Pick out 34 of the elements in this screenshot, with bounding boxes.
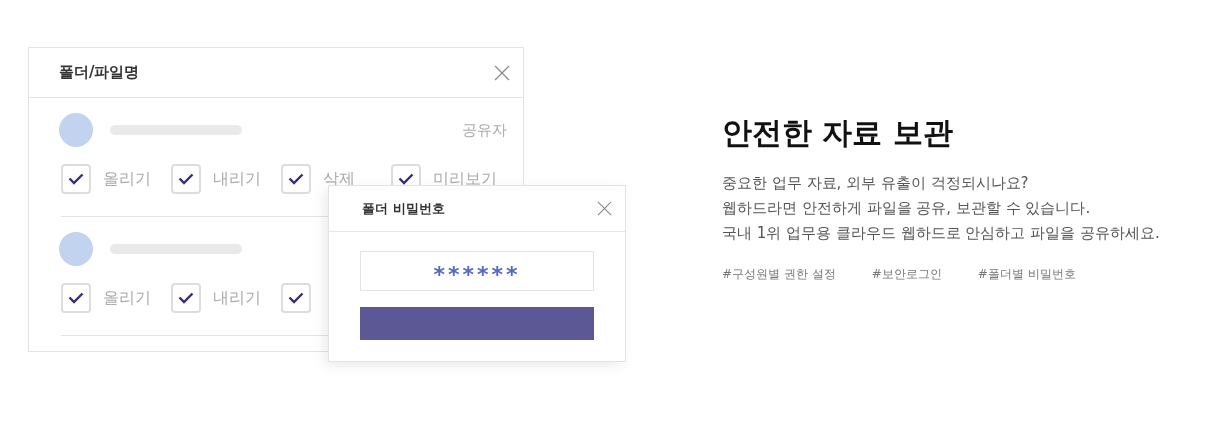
heading: 안전한 자료 보관 — [722, 114, 954, 152]
permission-label: 삭제 — [323, 168, 355, 190]
hashtag: #구성원별 권한 설정 — [722, 266, 836, 283]
avatar — [59, 113, 93, 147]
description-line: 국내 1위 업무용 클라우드 웹하드로 안심하고 파일을 공유하세요. — [722, 223, 1160, 244]
check-icon — [68, 173, 84, 185]
check-icon — [288, 292, 304, 304]
check-icon — [178, 173, 194, 185]
close-icon[interactable] — [494, 64, 510, 81]
hashtag: #폴더별 비밀번호 — [977, 266, 1076, 283]
checkbox[interactable] — [281, 283, 311, 313]
dialog-title: 폴더 비밀번호 — [362, 199, 445, 218]
check-icon — [178, 292, 194, 304]
check-icon — [288, 173, 304, 185]
checkbox[interactable] — [281, 164, 311, 194]
checkbox[interactable] — [61, 164, 91, 194]
check-icon — [398, 173, 414, 185]
permission-label: 올리기 — [103, 287, 151, 309]
description-line: 중요한 업무 자료, 외부 유출이 걱정되시나요? — [722, 173, 1030, 194]
panel-title: 폴더/파일명 — [59, 63, 140, 82]
checkbox[interactable] — [171, 164, 201, 194]
avatar — [59, 232, 93, 266]
checkbox[interactable] — [171, 283, 201, 313]
role-label: 공유자 — [462, 120, 507, 140]
hashtag: #보안로그인 — [871, 266, 942, 283]
permission-label: 내리기 — [213, 287, 261, 309]
checkbox[interactable] — [61, 283, 91, 313]
password-field[interactable]: ****** — [360, 251, 594, 291]
permission-label: 미리보기 — [433, 168, 497, 190]
permission-label: 내리기 — [213, 168, 261, 190]
permission-label: 올리기 — [103, 168, 151, 190]
check-icon — [68, 292, 84, 304]
close-icon[interactable] — [597, 201, 612, 216]
description-line: 웹하드라면 안전하게 파일을 공유, 보관할 수 있습니다. — [722, 198, 1092, 219]
